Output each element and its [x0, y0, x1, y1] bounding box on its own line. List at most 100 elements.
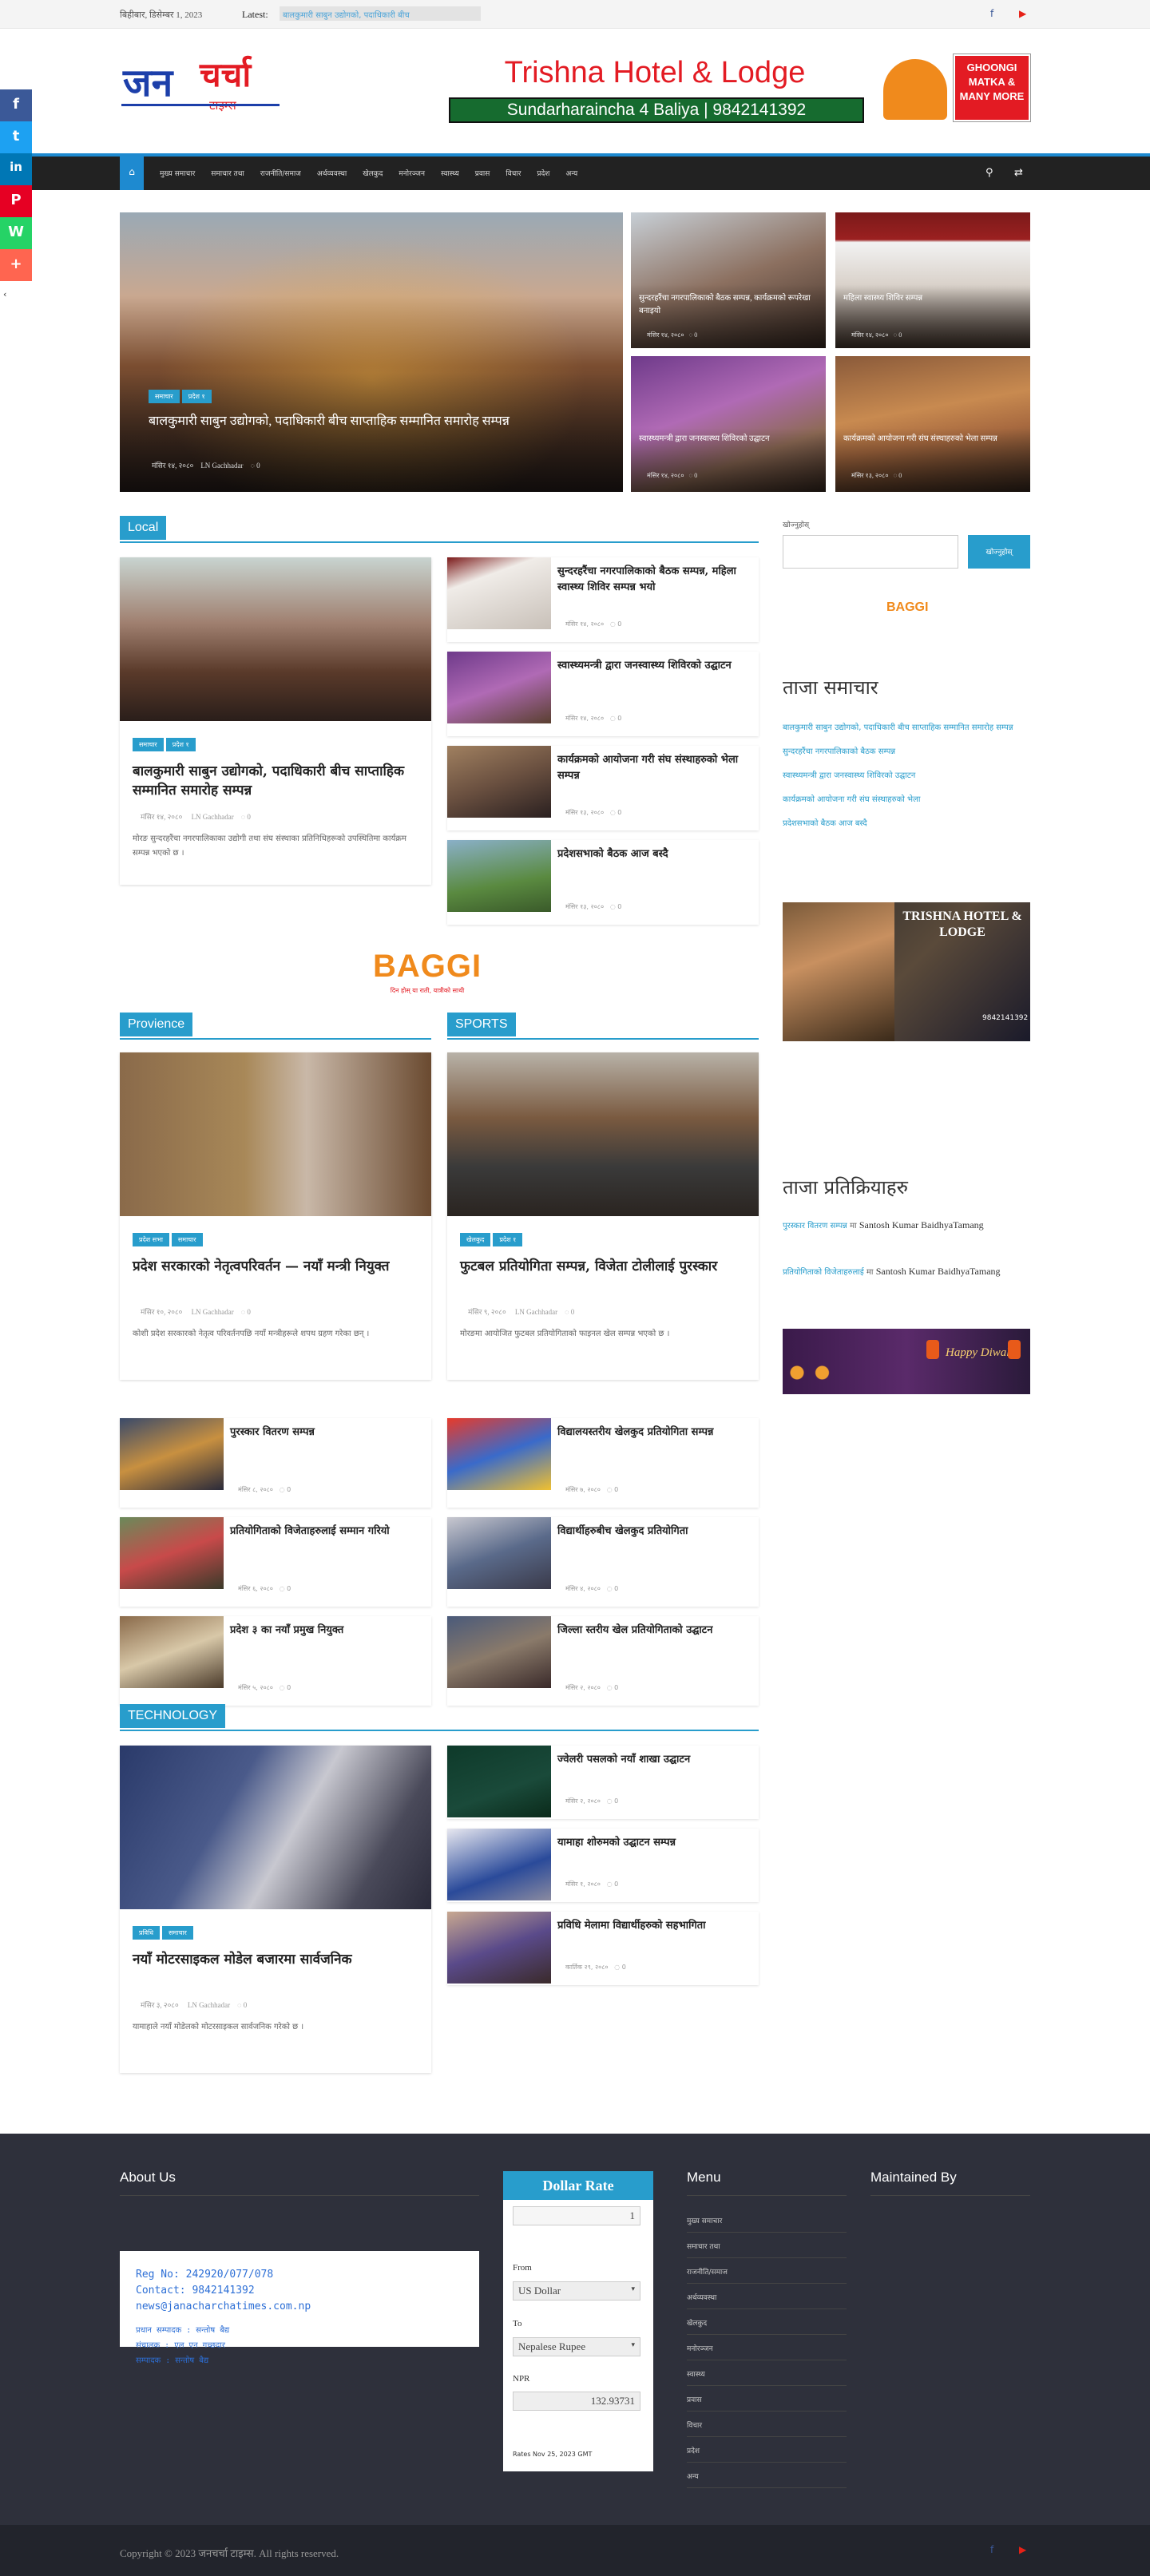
article-title[interactable]: नयाँ मोटरसाइकल मोडेल बजारमा सार्वजनिक: [133, 1950, 420, 1969]
sidebar-search-button[interactable]: खोज्नुहोस्: [968, 535, 1030, 569]
article-thumbnail[interactable]: [447, 1616, 551, 1688]
article-title[interactable]: प्रविधि मेलामा विद्यार्थीहरुको सहभागिता: [557, 1918, 752, 1934]
list-item[interactable]: प्रदेशसभाको बैठक आज बस्दै मंसिर १३, २०८० …: [447, 840, 759, 925]
nav-item[interactable]: अन्य: [557, 168, 585, 178]
article-title[interactable]: प्रदेश सरकारको नेतृत्वपरिवर्तन — नयाँ मन…: [133, 1257, 420, 1276]
site-logo[interactable]: जन चर्चा टाइम्स: [121, 51, 281, 139]
sports-main-card[interactable]: खेलकुद प्रदेश १ फुटबल प्रतियोगिता सम्पन्न…: [447, 1052, 759, 1380]
article-thumbnail[interactable]: [447, 1746, 551, 1817]
article-thumbnail[interactable]: [447, 1418, 551, 1490]
nav-item[interactable]: राजनीति/समाज: [252, 168, 309, 178]
search-icon[interactable]: ⚲: [985, 167, 993, 179]
article-title[interactable]: ज्वेलरी पसलको नयाँ शाखा उद्घाटन: [557, 1752, 752, 1768]
article-title[interactable]: विद्यालयस्तरीय खेलकुद प्रतियोगिता सम्पन्…: [557, 1425, 752, 1441]
featured-slider-item[interactable]: कार्यक्रमको आयोजना गरी संघ संस्थाहरुको भ…: [835, 356, 1030, 492]
article-title[interactable]: फुटबल प्रतियोगिता सम्पन्न, विजेता टोलीला…: [460, 1257, 748, 1276]
list-item[interactable]: यामाहा शोरुमको उद्घाटन सम्पन्न मंसिर १, २…: [447, 1829, 759, 1902]
recent-post-link[interactable]: सुन्दरहरैंचा नगरपालिकाको बैठक सम्पन्न: [783, 744, 1030, 760]
rate-amount-input[interactable]: 1: [513, 2206, 640, 2225]
recent-comment[interactable]: पुरस्कार वितरण सम्पन्न मा Santosh Kumar …: [783, 1217, 1030, 1234]
local-main-card[interactable]: समाचार प्रदेश १ बालकुमारी साबुन उद्योगको,…: [120, 557, 431, 885]
article-thumbnail[interactable]: [447, 1052, 759, 1216]
featured-slider-item[interactable]: महिला स्वास्थ्य शिविर सम्पन्न मंसिर १४, …: [835, 212, 1030, 348]
hotel-banner-ad[interactable]: Trishna Hotel & Lodge Sundarharaincha 4 …: [447, 50, 1031, 133]
article-thumbnail[interactable]: [120, 1616, 224, 1688]
slider-tag[interactable]: समाचार: [149, 390, 180, 403]
baggi-ad[interactable]: BAGGI दिन होस् या राती, यात्रीको साथी: [363, 949, 491, 1009]
article-title[interactable]: कार्यक्रमको आयोजना गरी संघ संस्थाहरुको भ…: [557, 752, 752, 784]
article-title[interactable]: विद्यार्थीहरुबीच खेलकुद प्रतियोगिता: [557, 1524, 752, 1540]
article-title[interactable]: सुन्दरहरैंचा नगरपालिकाको बैठक सम्पन्न, म…: [557, 564, 752, 596]
featured-slider-item[interactable]: सुन्दरहरैंचा नगरपालिकाको बैठक सम्पन्न, क…: [631, 212, 826, 348]
article-thumbnail[interactable]: [120, 1418, 224, 1490]
slider-title[interactable]: बालकुमारी साबुन उद्योगको, पदाधिकारी बीच …: [149, 412, 596, 431]
nav-item[interactable]: मनोरञ्जन: [391, 168, 433, 178]
list-item[interactable]: पुरस्कार वितरण सम्पन्न मंसिर ८, २०८० ◌ 0: [120, 1418, 431, 1508]
nav-item[interactable]: खेलकुद: [355, 168, 391, 178]
nav-item[interactable]: अर्थव्यवस्था: [309, 168, 355, 178]
article-thumbnail[interactable]: [447, 652, 551, 723]
footer-menu-item[interactable]: समाचार तथा: [687, 2233, 847, 2258]
article-title[interactable]: स्वास्थ्यमन्त्री द्वारा जनस्वास्थ्य शिवि…: [557, 658, 752, 674]
article-title[interactable]: प्रदेशसभाको बैठक आज बस्दै: [557, 846, 752, 862]
article-thumbnail[interactable]: [120, 1746, 431, 1909]
share-whatsapp-icon[interactable]: W: [0, 217, 32, 249]
share-twitter-icon[interactable]: t: [0, 121, 32, 153]
article-thumbnail[interactable]: [447, 1517, 551, 1589]
article-title[interactable]: प्रदेश ३ का नयाँ प्रमुख नियुक्त: [230, 1623, 425, 1639]
diwali-ad[interactable]: Happy Diwali: [783, 1329, 1030, 1394]
hotel-sidebar-ad[interactable]: TRISHNA HOTEL & LODGE 9842141392: [783, 902, 1030, 1041]
collapse-share-icon[interactable]: ‹: [3, 289, 6, 299]
footer-menu-item[interactable]: मनोरञ्जन: [687, 2335, 847, 2360]
list-item[interactable]: प्रविधि मेलामा विद्यार्थीहरुको सहभागिता क…: [447, 1912, 759, 1985]
list-item[interactable]: प्रदेश ३ का नयाँ प्रमुख नियुक्त मंसिर ५, …: [120, 1616, 431, 1706]
list-item[interactable]: स्वास्थ्यमन्त्री द्वारा जनस्वास्थ्य शिवि…: [447, 652, 759, 736]
random-post-icon[interactable]: ⇄: [1014, 167, 1023, 179]
nav-item[interactable]: स्वास्थ्य: [433, 168, 467, 178]
nav-item[interactable]: प्रवास: [467, 168, 498, 178]
footer-menu-item[interactable]: प्रवास: [687, 2386, 847, 2412]
featured-slider-main[interactable]: समाचार प्रदेश १ बालकुमारी साबुन उद्योगको,…: [120, 212, 623, 492]
slider-tag[interactable]: प्रदेश १: [181, 390, 212, 403]
slider-author[interactable]: LN Gachhadar: [200, 462, 243, 470]
youtube-icon[interactable]: ▶: [1019, 8, 1026, 19]
article-thumbnail[interactable]: [120, 1052, 431, 1216]
technology-main-card[interactable]: प्रविधि समाचार नयाँ मोटरसाइकल मोडेल बजारम…: [120, 1746, 431, 2073]
recent-post-link[interactable]: कार्यक्रमको आयोजना गरी संघ संस्थाहरुको भ…: [783, 792, 1030, 808]
share-more-icon[interactable]: +: [0, 249, 32, 281]
list-item[interactable]: कार्यक्रमको आयोजना गरी संघ संस्थाहरुको भ…: [447, 746, 759, 830]
rate-from-select[interactable]: US Dollar ▾: [513, 2281, 640, 2301]
list-item[interactable]: विद्यालयस्तरीय खेलकुद प्रतियोगिता सम्पन्…: [447, 1418, 759, 1508]
footer-menu-item[interactable]: मुख्य समाचार: [687, 2207, 847, 2233]
footer-facebook-icon[interactable]: f: [990, 2544, 993, 2555]
home-icon[interactable]: ⌂: [120, 157, 144, 190]
footer-menu-item[interactable]: स्वास्थ्य: [687, 2360, 847, 2386]
recent-post-link[interactable]: बालकुमारी साबुन उद्योगको, पदाधिकारी बीच …: [783, 720, 1030, 736]
article-thumbnail[interactable]: [447, 1829, 551, 1900]
footer-menu-item[interactable]: अर्थव्यवस्था: [687, 2284, 847, 2309]
footer-menu-item[interactable]: विचार: [687, 2412, 847, 2437]
list-item[interactable]: सुन्दरहरैंचा नगरपालिकाको बैठक सम्पन्न, म…: [447, 557, 759, 642]
recent-comment[interactable]: प्रतियोगिताको विजेताहरुलाई मा Santosh Ku…: [783, 1263, 1030, 1281]
footer-menu-item[interactable]: प्रदेश: [687, 2437, 847, 2463]
nav-item[interactable]: मुख्य समाचार: [152, 168, 203, 178]
recent-post-link[interactable]: स्वास्थ्यमन्त्री द्वारा जनस्वास्थ्य शिवि…: [783, 768, 1030, 784]
nav-item[interactable]: समाचार तथा: [203, 168, 252, 178]
article-title[interactable]: यामाहा शोरुमको उद्घाटन सम्पन्न: [557, 1835, 752, 1851]
rate-to-select[interactable]: Nepalese Rupee ▾: [513, 2337, 640, 2356]
facebook-icon[interactable]: f: [990, 8, 993, 19]
list-item[interactable]: विद्यार्थीहरुबीच खेलकुद प्रतियोगिता मंसिर…: [447, 1517, 759, 1607]
nav-item[interactable]: विचार: [498, 168, 529, 178]
footer-menu-item[interactable]: अन्य: [687, 2463, 847, 2488]
footer-menu-item[interactable]: राजनीति/समाज: [687, 2258, 847, 2284]
footer-menu-item[interactable]: खेलकुद: [687, 2309, 847, 2335]
featured-slider-item[interactable]: स्वास्थ्यमन्त्री द्वारा जनस्वास्थ्य शिवि…: [631, 356, 826, 492]
list-item[interactable]: प्रतियोगिताको विजेताहरुलाई सम्मान गरियो म…: [120, 1517, 431, 1607]
province-main-card[interactable]: प्रदेश सभा समाचार प्रदेश सरकारको नेतृत्वप…: [120, 1052, 431, 1380]
slider-comments[interactable]: 0: [256, 462, 260, 470]
nav-item[interactable]: प्रदेश: [529, 168, 557, 178]
article-thumbnail[interactable]: [120, 1517, 224, 1589]
share-facebook-icon[interactable]: f: [0, 89, 32, 121]
list-item[interactable]: ज्वेलरी पसलको नयाँ शाखा उद्घाटन मंसिर २, …: [447, 1746, 759, 1819]
article-thumbnail[interactable]: [120, 557, 431, 721]
